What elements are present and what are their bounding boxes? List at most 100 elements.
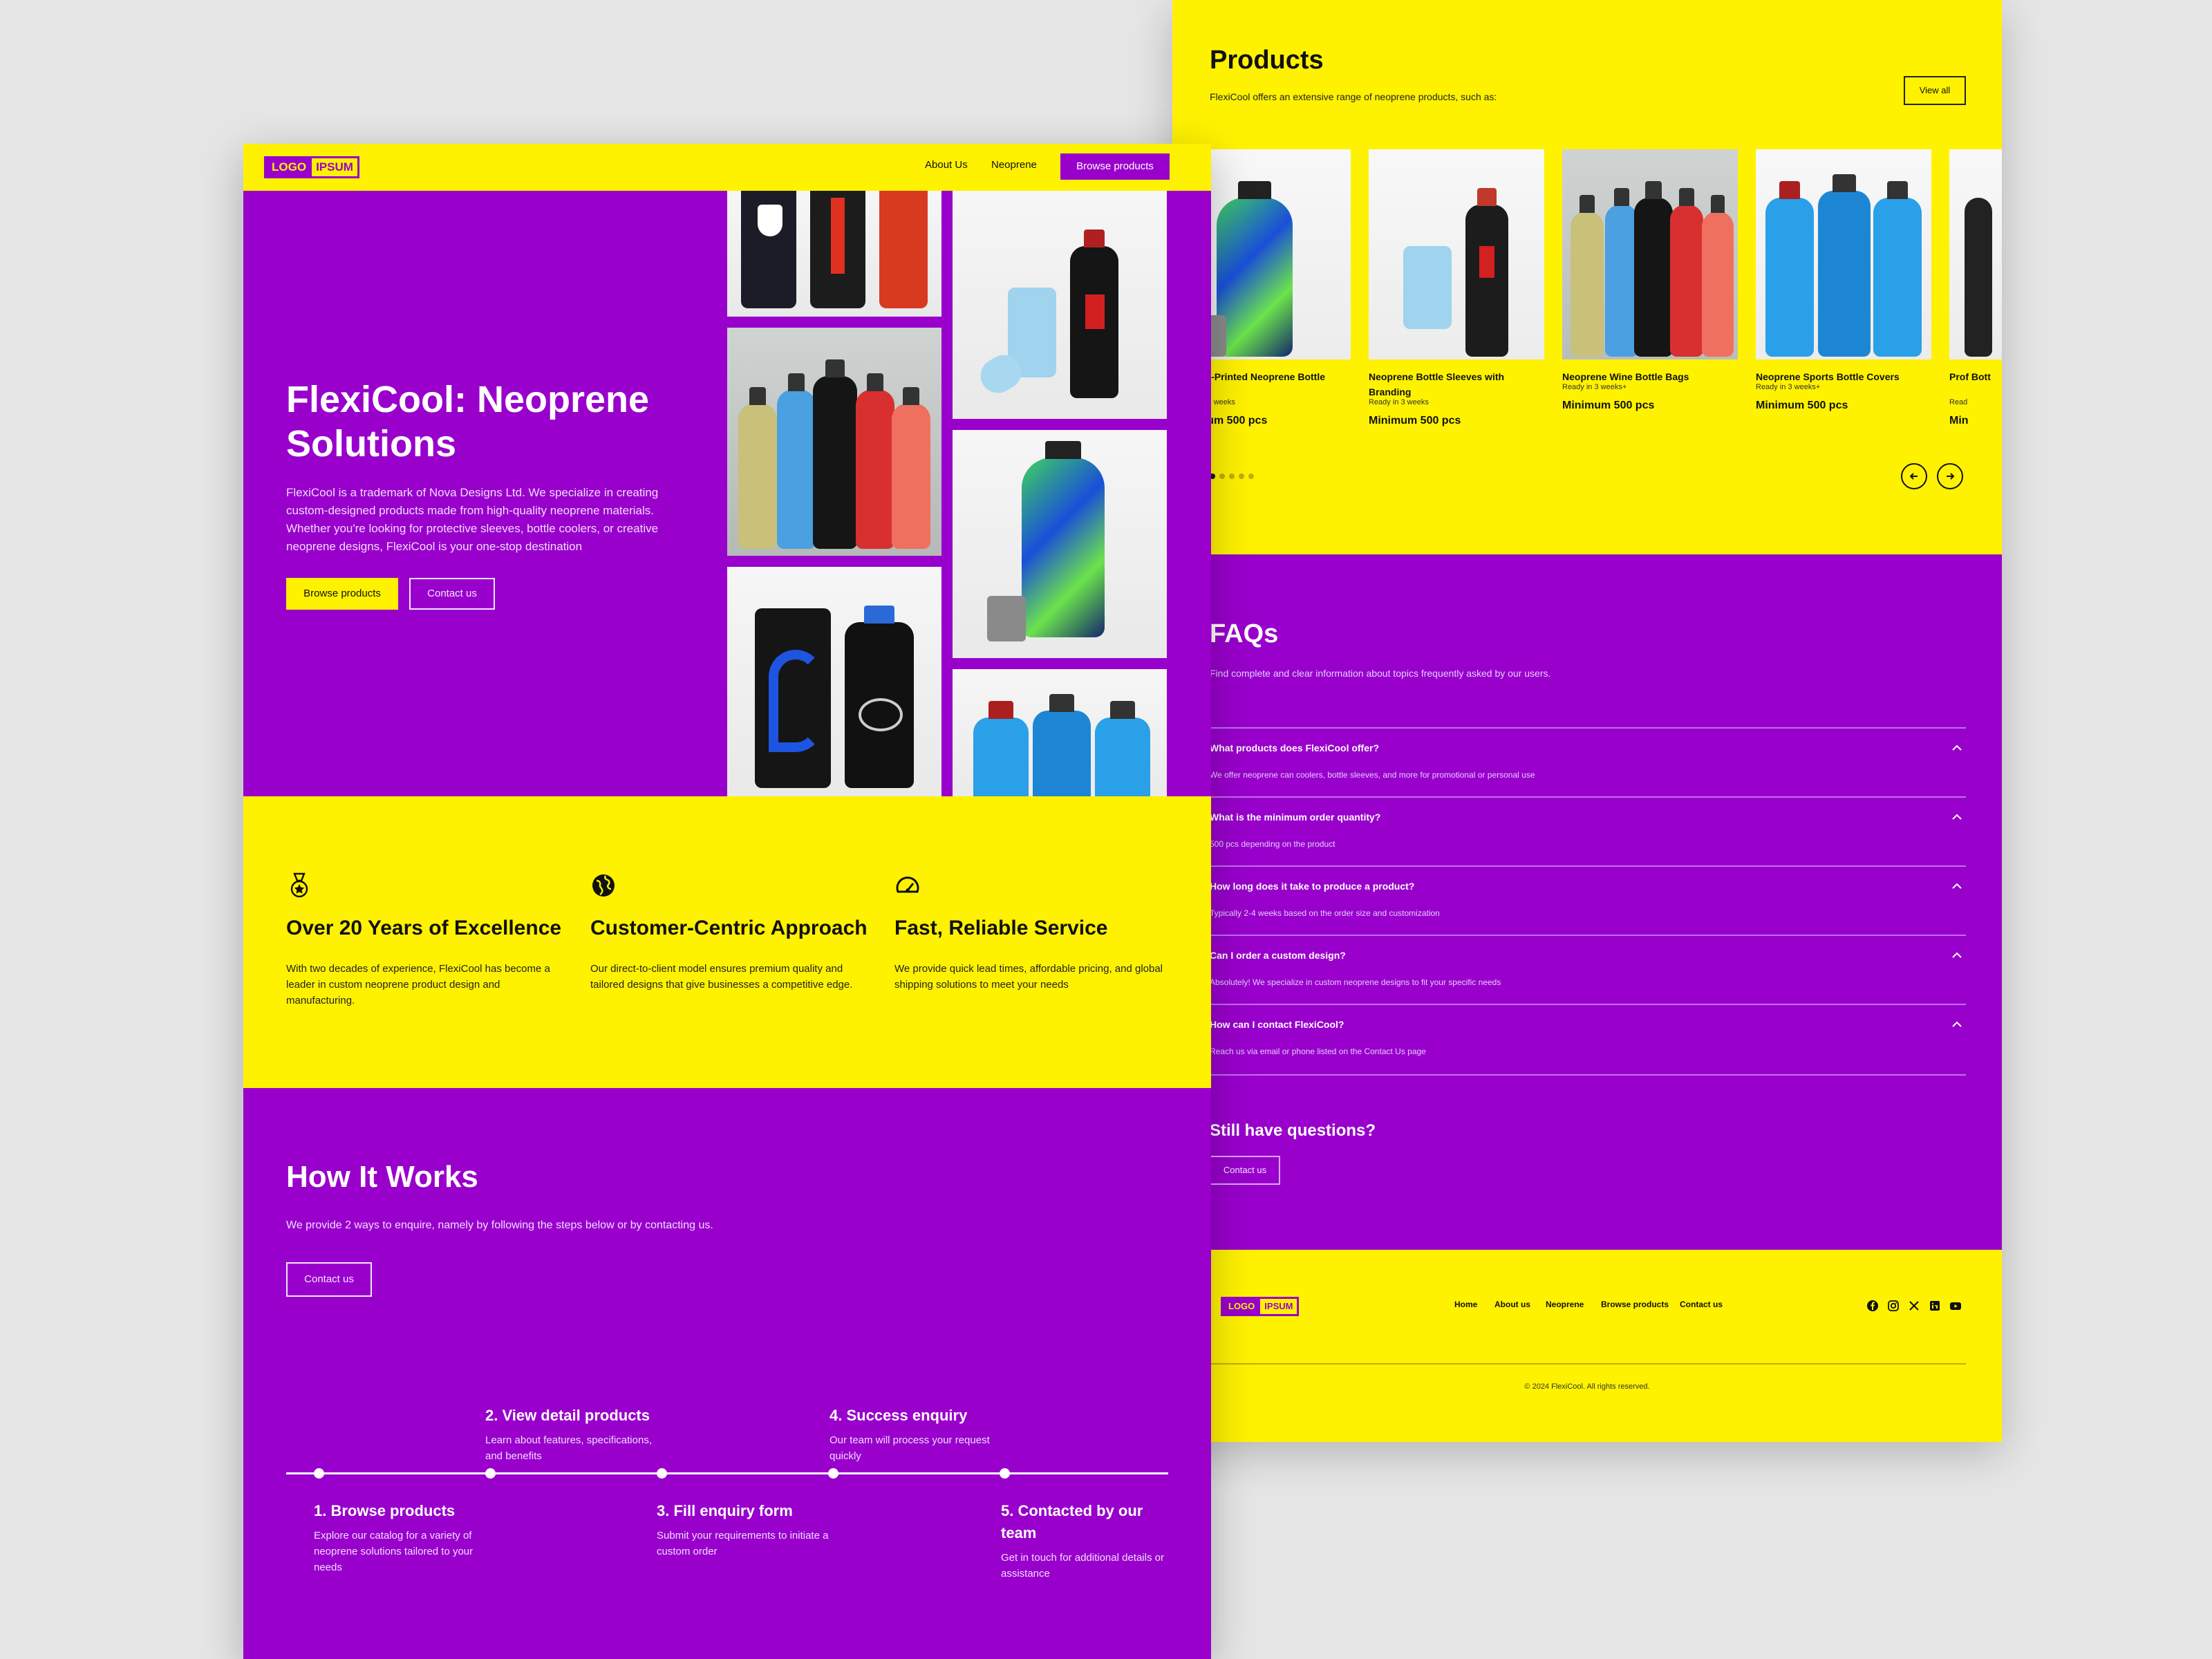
contact-us-button[interactable]: Contact us xyxy=(409,578,495,610)
product-lead-time: Ready in 3 weeks+ xyxy=(1756,383,1821,391)
feature-text: We provide quick lead times, affordable … xyxy=(894,963,1163,991)
how-contact-button[interactable]: Contact us xyxy=(286,1262,372,1297)
speedometer-icon xyxy=(896,877,919,893)
faq-question: How long does it take to produce a produ… xyxy=(1210,881,1415,892)
chevron-up-icon[interactable] xyxy=(1951,813,1963,821)
faq-question: How can I contact FlexiCool? xyxy=(1210,1019,1344,1030)
x-icon[interactable] xyxy=(1908,1300,1920,1312)
timeline-step: 1. Browse products Explore our catalog f… xyxy=(314,1500,494,1575)
feature-title: Over 20 Years of Excellence xyxy=(286,917,562,939)
step-text: Explore our catalog for a variety of neo… xyxy=(314,1530,474,1573)
step-text: Get in touch for additional details or a… xyxy=(1001,1552,1164,1580)
product-photo xyxy=(727,567,941,796)
logo-text: LOGO xyxy=(266,158,312,176)
chevron-up-icon[interactable] xyxy=(1951,882,1963,890)
product-image xyxy=(1369,149,1544,359)
chevron-up-icon[interactable] xyxy=(1951,1020,1963,1029)
arrow-left-icon xyxy=(1909,473,1918,480)
product-name: Neoprene Bottle Sleeves with Branding xyxy=(1369,371,1505,397)
linkedin-icon[interactable] xyxy=(1929,1300,1941,1312)
faq-answer: Typically 2-4 weeks based on the order s… xyxy=(1210,908,1440,918)
logo-text: IPSUM xyxy=(1260,1299,1297,1314)
nav-link-neoprene[interactable]: Neoprene xyxy=(991,159,1037,171)
faq-question: What is the minimum order quantity? xyxy=(1210,812,1381,823)
product-lead-time: Read xyxy=(1949,398,1968,406)
timeline-step: 5. Contacted by our team Get in touch fo… xyxy=(1001,1500,1167,1582)
medal-icon xyxy=(290,872,308,898)
faq-item[interactable]: Can I order a custom design? Absolutely!… xyxy=(1210,935,1966,1005)
timeline-dot xyxy=(824,1464,843,1483)
home-page: LOGO IPSUM About Us Neoprene Browse prod… xyxy=(243,144,1211,1659)
step-title: 1. Browse products xyxy=(314,1502,456,1519)
faq-question: Can I order a custom design? xyxy=(1210,950,1346,961)
step-text: Our team will process your request quick… xyxy=(830,1434,990,1462)
product-minimum: Min xyxy=(1949,415,1969,427)
logo[interactable]: LOGO IPSUM xyxy=(264,156,359,178)
carousel-pagination[interactable] xyxy=(1210,470,1258,482)
faq-contact-button[interactable]: Contact us xyxy=(1210,1156,1280,1185)
nav-link-about[interactable]: About Us xyxy=(925,159,968,171)
product-minimum: Minimum 500 pcs xyxy=(1756,400,1848,411)
faq-answer: We offer neoprene can coolers, bottle sl… xyxy=(1210,770,1535,780)
hero-section: FlexiCool: Neoprene Solutions FlexiCool … xyxy=(243,191,1211,796)
faq-item[interactable]: How can I contact FlexiCool? Reach us vi… xyxy=(1210,1004,1966,1076)
product-name: Neoprene Wine Bottle Bags xyxy=(1562,371,1689,382)
browse-products-button[interactable]: Browse products xyxy=(286,578,398,610)
logo-text: IPSUM xyxy=(312,158,357,176)
feature-title: Customer-Centric Approach xyxy=(590,917,868,939)
carousel-prev-button[interactable] xyxy=(1901,463,1927,489)
product-lead-time: Ready in 3 weeks+ xyxy=(1562,383,1627,391)
footer-link-neoprene[interactable]: Neoprene xyxy=(1546,1300,1584,1309)
faq-title: FAQs xyxy=(1210,619,1279,648)
footer-link-browse[interactable]: Browse products xyxy=(1601,1300,1669,1309)
footer-link-home[interactable]: Home xyxy=(1454,1300,1477,1309)
faq-item[interactable]: What is the minimum order quantity? 500 … xyxy=(1210,796,1966,867)
timeline-step: 4. Success enquiry Our team will process… xyxy=(830,1405,1009,1464)
how-it-works-section: How It Works We provide 2 ways to enquir… xyxy=(243,1088,1211,1659)
product-image xyxy=(1756,149,1931,359)
feature-title: Fast, Reliable Service xyxy=(894,917,1108,939)
product-minimum: Minimum 500 pcs xyxy=(1562,400,1655,411)
how-title: How It Works xyxy=(286,1160,478,1194)
hero-title: FlexiCool: Neoprene Solutions xyxy=(286,379,650,465)
pagination-dot[interactable] xyxy=(1229,474,1235,479)
youtube-icon[interactable] xyxy=(1949,1300,1962,1312)
feature-text: With two decades of experience, FlexiCoo… xyxy=(286,963,550,1006)
copyright: © 2024 FlexiCool. All rights reserved. xyxy=(1524,1382,1650,1391)
product-lead-time: Ready in 3 weeks xyxy=(1369,398,1429,406)
pagination-dot[interactable] xyxy=(1239,474,1244,479)
footer-logo[interactable]: LOGO IPSUM xyxy=(1221,1297,1300,1316)
footer-link-contact[interactable]: Contact us xyxy=(1680,1300,1723,1309)
product-minimum: Minimum 500 pcs xyxy=(1369,415,1461,427)
footer-divider xyxy=(1210,1363,1966,1365)
footer-link-about[interactable]: About us xyxy=(1494,1300,1530,1309)
product-image xyxy=(1562,149,1738,359)
pagination-dot[interactable] xyxy=(1248,474,1254,479)
timeline-step: 2. View detail products Learn about feat… xyxy=(485,1405,665,1464)
facebook-icon[interactable] xyxy=(1866,1300,1879,1312)
timeline-dot xyxy=(481,1464,500,1483)
timeline-dot xyxy=(653,1464,671,1483)
instagram-icon[interactable] xyxy=(1887,1300,1900,1312)
product-card[interactable]: Prof Bott Read Min xyxy=(1949,149,2002,440)
arrow-right-icon xyxy=(1947,473,1955,480)
chevron-up-icon[interactable] xyxy=(1951,744,1963,752)
faq-item[interactable]: What products does FlexiCool offer? We o… xyxy=(1210,727,1966,798)
timeline xyxy=(286,1464,1168,1483)
timeline-dot xyxy=(310,1464,328,1483)
nav-browse-button[interactable]: Browse products xyxy=(1060,153,1170,180)
chevron-up-icon[interactable] xyxy=(1951,951,1963,959)
pagination-dot[interactable] xyxy=(1219,474,1225,479)
faq-answer: 500 pcs depending on the product xyxy=(1210,839,1335,849)
carousel-next-button[interactable] xyxy=(1937,463,1963,489)
hero-description: FlexiCool is a trademark of Nova Designs… xyxy=(286,486,659,553)
view-all-button[interactable]: View all xyxy=(1904,76,1966,105)
products-faq-page: Products FlexiCool offers an extensive r… xyxy=(1172,0,2002,1442)
globe-icon xyxy=(592,874,615,897)
product-photo xyxy=(953,430,1167,658)
feature-text: Our direct-to-client model ensures premi… xyxy=(590,963,853,991)
timeline-dot xyxy=(995,1464,1014,1483)
top-nav: LOGO IPSUM About Us Neoprene Browse prod… xyxy=(243,144,1211,191)
step-text: Submit your requirements to initiate a c… xyxy=(657,1530,829,1557)
faq-item[interactable]: How long does it take to produce a produ… xyxy=(1210,865,1966,936)
